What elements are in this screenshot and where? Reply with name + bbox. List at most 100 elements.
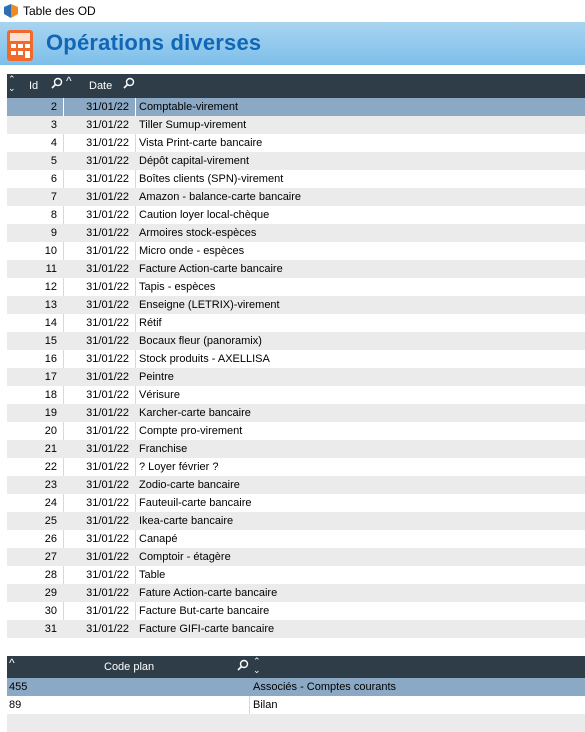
row-date-cell: 31/01/22 (86, 425, 129, 437)
row-id-cell: 20 (44, 425, 57, 437)
row-id-cell: 27 (44, 551, 57, 563)
row-date-cell: 31/01/22 (86, 299, 129, 311)
row-id-cell: 14 (44, 317, 57, 329)
table-row[interactable]: 16 31/01/22 Stock produits - AXELLISA (7, 350, 585, 368)
row-date-cell: 31/01/22 (86, 155, 129, 167)
table-row[interactable]: 30 31/01/22 Facture But-carte bancaire (7, 602, 585, 620)
table-row[interactable] (7, 714, 585, 732)
table-row[interactable]: 3 31/01/22 Tiller Sumup-virement (7, 116, 585, 134)
row-label-cell: Boîtes clients (SPN)-virement (139, 173, 284, 185)
column-header-code-plan[interactable]: Code plan (104, 661, 154, 673)
row-id-cell: 2 (50, 101, 57, 113)
row-label-cell: Fature Action-carte bancaire (139, 587, 278, 599)
table-row[interactable]: 89 Bilan (7, 696, 585, 714)
row-id-cell: 29 (44, 587, 57, 599)
account-table-header: ^ Code plan ⌃ ⌄ (7, 656, 585, 678)
row-label-cell: Zodio-carte bancaire (139, 479, 240, 491)
row-label-cell: Karcher-carte bancaire (139, 407, 251, 419)
row-label-cell: Facture GIFI-carte bancaire (139, 623, 275, 635)
row-label-cell: Comptoir - étagère (139, 551, 231, 563)
table-row[interactable]: 17 31/01/22 Peintre (7, 368, 585, 386)
title-bar: Table des OD (0, 0, 585, 22)
table-row[interactable]: 22 31/01/22 ? Loyer février ? (7, 458, 585, 476)
row-id-cell: 21 (44, 443, 57, 455)
row-date-cell: 31/01/22 (86, 551, 129, 563)
table-row[interactable]: 23 31/01/22 Zodio-carte bancaire (7, 476, 585, 494)
row-id-cell: 31 (44, 623, 57, 635)
table-row[interactable]: 27 31/01/22 Comptoir - étagère (7, 548, 585, 566)
table-row[interactable]: 8 31/01/22 Caution loyer local-chèque (7, 206, 585, 224)
table-row[interactable]: 5 31/01/22 Dépôt capital-virement (7, 152, 585, 170)
row-label-cell: Stock produits - AXELLISA (139, 353, 270, 365)
table-row[interactable]: 12 31/01/22 Tapis - espèces (7, 278, 585, 296)
row-date-cell: 31/01/22 (86, 479, 129, 491)
row-label-cell: Vista Print-carte bancaire (139, 137, 263, 149)
row-date-cell: 31/01/22 (86, 137, 129, 149)
row-label-cell: ? Loyer février ? (139, 461, 219, 473)
table-row[interactable]: 4 31/01/22 Vista Print-carte bancaire (7, 134, 585, 152)
sort-ascending-icon[interactable]: ^ (9, 656, 15, 670)
table-row[interactable]: 28 31/01/22 Table (7, 566, 585, 584)
calculator-icon (7, 30, 33, 61)
row-date-cell: 31/01/22 (86, 407, 129, 419)
table-row[interactable]: 26 31/01/22 Canapé (7, 530, 585, 548)
table-row[interactable]: 9 31/01/22 Armoires stock-espèces (7, 224, 585, 242)
row-id-cell: 22 (44, 461, 57, 473)
row-id-cell: 7 (50, 191, 57, 203)
row-id-cell: 15 (44, 335, 57, 347)
row-date-cell: 31/01/22 (86, 443, 129, 455)
sort-ascending-icon[interactable]: ^ (66, 74, 72, 88)
row-date-cell: 31/01/22 (86, 371, 129, 383)
table-row[interactable]: 13 31/01/22 Enseigne (LETRIX)-virement (7, 296, 585, 314)
table-row[interactable]: 7 31/01/22 Amazon - balance-carte bancaire (7, 188, 585, 206)
search-icon[interactable] (123, 77, 135, 89)
row-date-cell: 31/01/22 (86, 587, 129, 599)
table-row[interactable]: 25 31/01/22 Ikea-carte bancaire (7, 512, 585, 530)
account-table: ^ Code plan ⌃ ⌄ 455 Associés - Comptes cou… (7, 656, 585, 732)
row-id-cell: 17 (44, 371, 57, 383)
sort-toggle-icon[interactable]: ⌃ ⌄ (8, 75, 16, 93)
row-date-cell: 31/01/22 (86, 173, 129, 185)
row-label-cell: Facture But-carte bancaire (139, 605, 270, 617)
table-row[interactable]: 21 31/01/22 Franchise (7, 440, 585, 458)
row-date-cell: 31/01/22 (86, 569, 129, 581)
sort-toggle-icon[interactable]: ⌃ ⌄ (253, 657, 261, 675)
row-date-cell: 31/01/22 (86, 623, 129, 635)
row-label-cell: Peintre (139, 371, 174, 383)
column-header-date[interactable]: Date (89, 80, 112, 92)
search-icon[interactable] (51, 77, 63, 89)
row-code-cell: 455 (9, 681, 28, 693)
row-id-cell: 23 (44, 479, 57, 491)
row-date-cell: 31/01/22 (86, 209, 129, 221)
table-row[interactable]: 6 31/01/22 Boîtes clients (SPN)-virement (7, 170, 585, 188)
table-row[interactable]: 11 31/01/22 Facture Action-carte bancaire (7, 260, 585, 278)
table-row[interactable]: 29 31/01/22 Fature Action-carte bancaire (7, 584, 585, 602)
row-id-cell: 12 (44, 281, 57, 293)
row-id-cell: 6 (50, 173, 57, 185)
app-logo-icon (4, 4, 18, 18)
row-label-cell: Fauteuil-carte bancaire (139, 497, 252, 509)
table-row[interactable]: 24 31/01/22 Fauteuil-carte bancaire (7, 494, 585, 512)
row-label-cell: Enseigne (LETRIX)-virement (139, 299, 280, 311)
row-label-cell: Canapé (139, 533, 178, 545)
table-row[interactable]: 455 Associés - Comptes courants (7, 678, 585, 696)
row-label-cell: Comptable-virement (139, 101, 239, 113)
row-id-cell: 11 (45, 263, 57, 275)
column-header-id[interactable]: Id (29, 80, 38, 92)
row-id-cell: 24 (44, 497, 57, 509)
row-id-cell: 19 (44, 407, 57, 419)
row-label-cell: Compte pro-virement (139, 425, 243, 437)
table-row[interactable]: 20 31/01/22 Compte pro-virement (7, 422, 585, 440)
table-row[interactable]: 10 31/01/22 Micro onde - espèces (7, 242, 585, 260)
search-icon[interactable] (237, 659, 249, 671)
table-row[interactable]: 15 31/01/22 Bocaux fleur (panoramix) (7, 332, 585, 350)
table-row[interactable]: 19 31/01/22 Karcher-carte bancaire (7, 404, 585, 422)
table-row[interactable]: 18 31/01/22 Vérisure (7, 386, 585, 404)
row-date-cell: 31/01/22 (86, 533, 129, 545)
row-label-cell: Tapis - espèces (139, 281, 216, 293)
table-row[interactable]: 2 31/01/22 Comptable-virement (7, 98, 585, 116)
table-row[interactable]: 14 31/01/22 Rétif (7, 314, 585, 332)
table-row[interactable]: 31 31/01/22 Facture GIFI-carte bancaire (7, 620, 585, 638)
window-title: Table des OD (23, 4, 96, 18)
row-label-cell: Vérisure (139, 389, 180, 401)
